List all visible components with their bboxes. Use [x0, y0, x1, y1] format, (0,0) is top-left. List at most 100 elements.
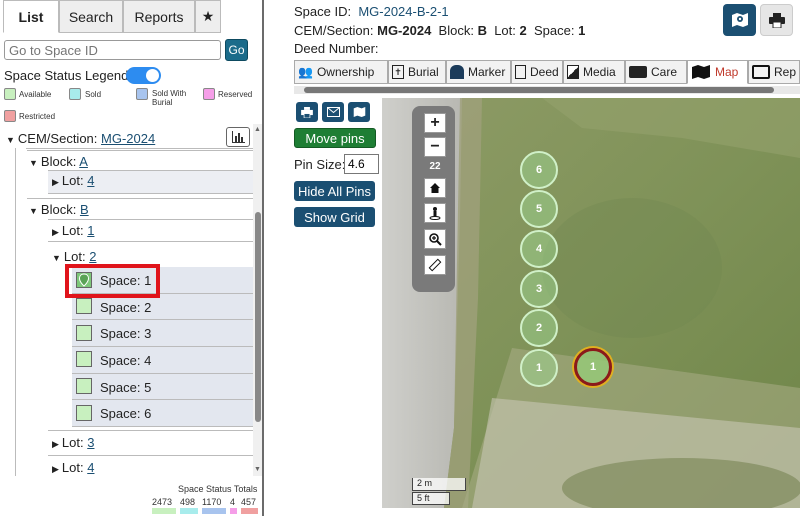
lot-b3-link[interactable]: 3 — [87, 435, 94, 450]
space-2-text[interactable]: Space: 2 — [100, 300, 151, 315]
block-label: Block: — [438, 23, 474, 38]
bar-chart-icon — [232, 131, 245, 143]
tab-media[interactable]: Media — [563, 60, 625, 84]
tab-label: Deed — [530, 65, 559, 79]
zoom-out-button[interactable]: − — [424, 137, 446, 157]
scroll-down-icon[interactable]: ▼ — [254, 466, 261, 473]
caret-right-icon: ▶ — [52, 464, 59, 474]
tabs-scrollbar[interactable] — [294, 86, 800, 94]
pin-size-input[interactable] — [344, 154, 379, 174]
scrollbar-thumb[interactable] — [304, 87, 774, 93]
lot-b1-link[interactable]: 1 — [87, 223, 94, 238]
tree-block-b[interactable]: ▼ Block: B — [29, 202, 89, 217]
tree-block-a[interactable]: ▼ Block: A — [29, 154, 88, 169]
map-pin-4[interactable]: 4 — [520, 230, 558, 268]
space-number: 4 — [144, 353, 152, 368]
caret-right-icon: ▶ — [52, 227, 59, 237]
tab-reports[interactable]: Rep — [748, 60, 800, 84]
lot-label: Lot: — [61, 223, 84, 238]
space-value: 1 — [578, 23, 586, 38]
tab-ownership[interactable]: 👥 Ownership — [294, 60, 388, 84]
scale-bar-meters: 2 m — [412, 478, 466, 491]
printer-icon — [768, 12, 785, 28]
tree-scrollbar[interactable]: ▲ ▼ — [253, 124, 262, 476]
cem-link[interactable]: MG-2024 — [101, 131, 155, 146]
block-value: B — [477, 23, 487, 38]
tab-deed[interactable]: Deed — [511, 60, 563, 84]
print-map-button[interactable] — [296, 102, 318, 122]
space-label: Space: — [100, 300, 141, 315]
zoom-in-button[interactable]: + — [424, 113, 446, 133]
space-5-text[interactable]: Space: 5 — [100, 380, 151, 395]
legend-swatch-sold-with-burial — [136, 88, 148, 100]
scrollbar-thumb[interactable] — [255, 212, 261, 422]
legend-swatch-available — [4, 88, 16, 100]
block-a-link[interactable]: A — [79, 154, 88, 169]
lot-a4-link[interactable]: 4 — [87, 173, 94, 188]
scroll-up-icon[interactable]: ▲ — [254, 126, 261, 133]
space-6-text[interactable]: Space: 6 — [100, 406, 151, 421]
lot-b2-link[interactable]: 2 — [89, 249, 96, 264]
show-grid-button[interactable]: Show Grid — [294, 207, 375, 227]
space-label: Space: — [100, 380, 141, 395]
cem-value: MG-2024 — [377, 23, 432, 38]
space-id-label: Space ID: — [294, 4, 352, 19]
map-pin-1[interactable]: 1 — [520, 349, 558, 387]
tree-lot-b2[interactable]: ▼ Lot: 2 — [52, 249, 96, 264]
move-pins-button[interactable]: Move pins — [294, 128, 376, 148]
space-3-text[interactable]: Space: 3 — [100, 326, 151, 341]
caret-down-icon: ▼ — [6, 135, 15, 145]
tree-lot-b4[interactable]: ▶ Lot: 4 — [52, 460, 94, 475]
block-b-label: Block: — [40, 202, 77, 217]
space-id-search-input[interactable] — [4, 40, 221, 60]
block-b-link[interactable]: B — [80, 202, 89, 217]
caret-right-icon: ▶ — [52, 177, 59, 187]
hide-all-pins-button[interactable]: Hide All Pins — [294, 181, 375, 201]
street-view-icon — [429, 207, 441, 220]
tab-burial[interactable]: ✝ Burial — [388, 60, 446, 84]
selected-space-highlight — [65, 264, 160, 298]
space-number: 6 — [144, 406, 152, 421]
legend-toggle[interactable] — [126, 67, 161, 84]
tab-label: Map — [715, 65, 739, 79]
map-button[interactable] — [723, 4, 756, 36]
tab-search[interactable]: Search — [59, 0, 123, 33]
legend-label-available: Available — [19, 90, 52, 99]
map-pin-6[interactable]: 6 — [520, 151, 558, 189]
selected-map-pin[interactable]: 1 — [574, 348, 612, 386]
tree-lot-a4[interactable]: ▶ Lot: 4 — [52, 173, 94, 188]
space-4-text[interactable]: Space: 4 — [100, 353, 151, 368]
print-button[interactable] — [760, 4, 793, 36]
cem-label: CEM/Section: — [17, 131, 98, 146]
document-icon — [515, 65, 526, 79]
email-map-button[interactable] — [322, 102, 344, 122]
tab-reports[interactable]: Reports — [123, 0, 195, 33]
legend-swatch-sold — [69, 88, 81, 100]
home-button[interactable] — [424, 178, 446, 198]
tab-care[interactable]: Care — [625, 60, 687, 84]
home-icon — [430, 183, 440, 193]
lot-b4-link[interactable]: 4 — [87, 460, 94, 475]
measure-button[interactable] — [424, 255, 446, 275]
map-pin-5[interactable]: 5 — [520, 190, 558, 228]
total-reserved: 4 — [230, 497, 236, 507]
chart-button[interactable] — [226, 127, 250, 147]
tab-label: Burial — [408, 65, 439, 79]
zoom-to-button[interactable] — [424, 229, 446, 249]
block-a-label: Block: — [40, 154, 77, 169]
tab-favorites[interactable]: ★ — [195, 0, 221, 33]
legend-swatch-restricted — [4, 110, 16, 122]
map-pin-3[interactable]: 3 — [520, 270, 558, 308]
map-view-button[interactable] — [348, 102, 370, 122]
image-file-icon — [567, 65, 579, 79]
tab-list[interactable]: List — [3, 0, 59, 33]
go-button[interactable]: Go — [225, 39, 248, 61]
locate-button[interactable] — [424, 203, 446, 223]
tree-lot-b1[interactable]: ▶ Lot: 1 — [52, 223, 94, 238]
map-pin-2[interactable]: 2 — [520, 309, 558, 347]
tree-cem-section[interactable]: ▼ CEM/Section: MG-2024 — [6, 131, 155, 146]
left-tabs: List Search Reports ★ — [3, 0, 259, 33]
tab-marker[interactable]: Marker — [446, 60, 511, 84]
tree-lot-b3[interactable]: ▶ Lot: 3 — [52, 435, 94, 450]
tab-map[interactable]: Map — [687, 60, 748, 84]
